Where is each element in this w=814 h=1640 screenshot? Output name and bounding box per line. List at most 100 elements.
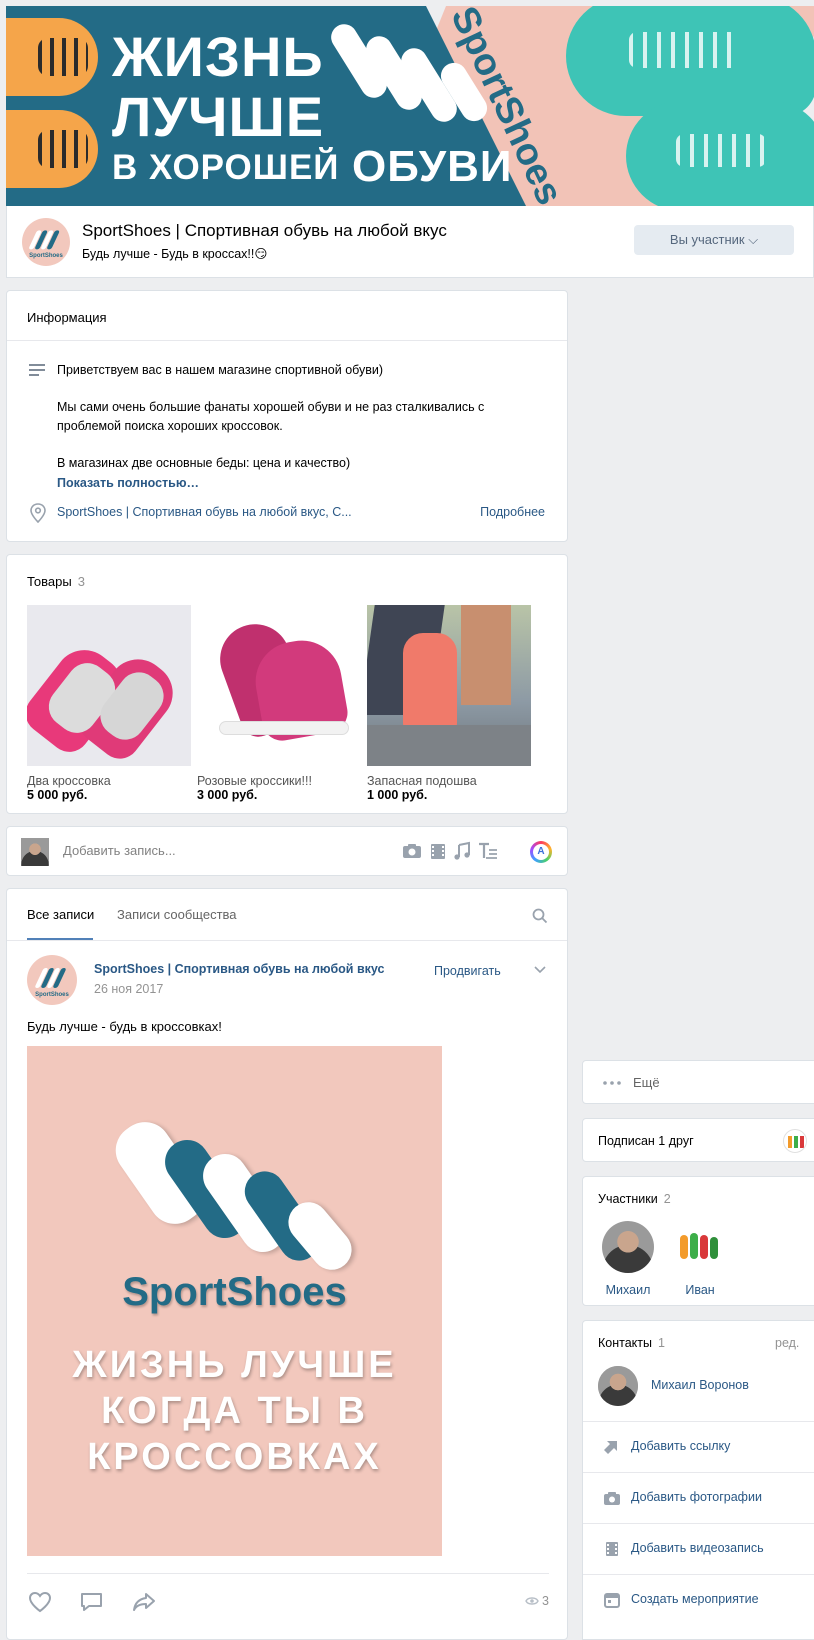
- contacts-block: Контакты 1 ред. Михаил Воронов Добавить с…: [582, 1320, 814, 1640]
- contacts-title[interactable]: Контакты 1: [598, 1336, 665, 1350]
- product-image[interactable]: [367, 605, 531, 766]
- contacts-title-label: Контакты: [598, 1336, 652, 1350]
- wall-card: Все записи Записи сообщества SportShoes …: [6, 888, 568, 1640]
- video-icon: [606, 1542, 618, 1556]
- post-image-slogan: КОГДА ТЫ В: [101, 1390, 368, 1432]
- goods-title[interactable]: Товары 3: [27, 574, 85, 589]
- tab-community-posts[interactable]: Записи сообщества: [117, 907, 237, 922]
- post-image-brand: SportShoes: [122, 1270, 347, 1314]
- views-count: 3: [542, 1594, 549, 1608]
- cover-slogan-line: ЖИЗНЬ: [112, 25, 324, 88]
- product-price: 3 000 руб.: [197, 788, 258, 802]
- members-title[interactable]: Участники 2: [598, 1192, 671, 1206]
- post-date[interactable]: 26 ноя 2017: [94, 982, 163, 996]
- member-avatar[interactable]: [602, 1221, 654, 1273]
- share-icon[interactable]: [131, 1590, 157, 1614]
- community-avatar[interactable]: SportShoes: [22, 218, 70, 266]
- camera-icon[interactable]: [401, 841, 423, 861]
- views-counter: 3: [525, 1594, 549, 1608]
- goods-title-label: Товары: [27, 574, 72, 589]
- add-video-action[interactable]: Добавить видеозапись: [583, 1523, 814, 1574]
- product-name[interactable]: Запасная подошва: [367, 774, 531, 788]
- show-more-link[interactable]: Показать полностью…: [57, 476, 199, 490]
- new-post-input[interactable]: Добавить запись...: [63, 843, 176, 858]
- more-menu[interactable]: Ещё: [582, 1060, 814, 1104]
- avatar-brand-text: SportShoes: [29, 253, 63, 260]
- orange-sneaker-image: [6, 18, 98, 96]
- post-author[interactable]: SportShoes | Спортивная обувь на любой в…: [94, 962, 385, 976]
- members-count: 2: [663, 1192, 671, 1206]
- teal-sneaker-image: [566, 6, 814, 116]
- post-composer: Добавить запись... A: [6, 826, 568, 876]
- video-icon[interactable]: [427, 841, 449, 861]
- add-video-label: Добавить видеозапись: [631, 1541, 764, 1555]
- product-image[interactable]: [197, 605, 361, 766]
- goods-card: Товары 3 Два кроссовка 5 000 руб. Розовые…: [6, 554, 568, 814]
- logo-stripes-icon: [33, 967, 67, 988]
- details-link[interactable]: Подробнее: [480, 505, 545, 519]
- member-item[interactable]: Михаил: [593, 1221, 663, 1297]
- subscribed-friends[interactable]: Подписан 1 друг: [582, 1118, 814, 1162]
- community-status: Будь лучше - Будь в кроссах!!😏: [82, 247, 268, 261]
- community-header: SportShoes SportShoes | Спортивная обувь…: [6, 206, 814, 278]
- vk-apps-icon[interactable]: A: [530, 841, 552, 863]
- create-event-action[interactable]: Создать мероприятие: [583, 1574, 814, 1625]
- product-name[interactable]: Розовые кроссики!!!: [197, 774, 361, 788]
- add-photos-label: Добавить фотографии: [631, 1490, 762, 1504]
- info-paragraph: Мы сами очень большие фанаты хорошей обу…: [57, 400, 485, 433]
- info-description: Приветствуем вас в нашем магазине спорти…: [57, 361, 547, 473]
- comment-icon[interactable]: [79, 1590, 105, 1614]
- create-event-label: Создать мероприятие: [631, 1592, 759, 1606]
- goods-count: 3: [77, 574, 85, 589]
- vk-apps-letter: A: [533, 844, 549, 860]
- post-image-slogan: КРОССОВКАХ: [87, 1436, 382, 1478]
- active-tab-indicator: [27, 938, 93, 940]
- calendar-icon: [604, 1593, 620, 1608]
- info-card: Информация Приветствуем вас в нашем мага…: [6, 290, 568, 542]
- membership-button[interactable]: Вы участник ⌵: [634, 225, 794, 255]
- friend-avatar[interactable]: [783, 1129, 807, 1153]
- edit-contacts-link[interactable]: ред.: [775, 1336, 799, 1350]
- contact-name[interactable]: Михаил Воронов: [651, 1378, 749, 1392]
- location-pin-icon: [30, 503, 46, 523]
- like-icon[interactable]: [27, 1590, 53, 1614]
- post-author-avatar[interactable]: SportShoes: [27, 955, 77, 1005]
- info-card-title: Информация: [7, 291, 567, 341]
- tab-all-posts[interactable]: Все записи: [27, 907, 94, 922]
- camera-icon: [604, 1492, 620, 1505]
- member-name[interactable]: Михаил: [593, 1283, 663, 1297]
- post-text: Будь лучше - будь в кроссовках!: [27, 1019, 222, 1034]
- user-avatar[interactable]: [21, 838, 49, 866]
- info-paragraph: В магазинах две основные беды: цена и ка…: [57, 456, 351, 470]
- music-icon[interactable]: [451, 841, 473, 861]
- product-card[interactable]: Розовые кроссики!!! 3 000 руб.: [197, 605, 361, 802]
- community-cover: ЖИЗНЬ ЛУЧШЕ В ХОРОШЕЙ ОБУВИ SportShoes: [6, 6, 814, 206]
- more-dots-icon: [603, 1081, 621, 1085]
- orange-sneaker-image: [6, 110, 98, 188]
- members-block: Участники 2 Михаил Иван: [582, 1176, 814, 1306]
- add-link-action[interactable]: Добавить ссылку: [583, 1421, 814, 1472]
- promote-button[interactable]: Продвигать: [434, 964, 501, 978]
- article-icon[interactable]: [477, 841, 499, 861]
- more-label: Ещё: [633, 1075, 660, 1090]
- member-name[interactable]: Иван: [665, 1283, 735, 1297]
- product-card[interactable]: Два кроссовка 5 000 руб.: [27, 605, 191, 802]
- address-link[interactable]: SportShoes | Спортивная обувь на любой в…: [57, 505, 352, 519]
- search-icon[interactable]: [532, 908, 548, 924]
- add-photos-action[interactable]: Добавить фотографии: [583, 1472, 814, 1523]
- product-card[interactable]: Запасная подошва 1 000 руб.: [367, 605, 531, 802]
- contact-avatar[interactable]: [598, 1366, 638, 1406]
- teal-sneaker-image: [626, 101, 814, 206]
- product-name[interactable]: Два кроссовка: [27, 774, 191, 788]
- member-avatar[interactable]: [674, 1221, 726, 1273]
- post-image-slogan: ЖИЗНЬ ЛУЧШЕ: [72, 1344, 397, 1386]
- chevron-down-icon[interactable]: [534, 966, 546, 974]
- members-title-label: Участники: [598, 1192, 658, 1206]
- avatar-brand-text: SportShoes: [35, 992, 69, 998]
- cover-slogan-line: В ХОРОШЕЙ: [112, 148, 340, 187]
- member-item[interactable]: Иван: [665, 1221, 735, 1297]
- product-image[interactable]: [27, 605, 191, 766]
- add-link-label: Добавить ссылку: [631, 1439, 731, 1453]
- post-image[interactable]: SportShoes ЖИЗНЬ ЛУЧШЕ КОГДА ТЫ В КРОССО…: [27, 1046, 442, 1556]
- cover-slogan-line: ЛУЧШЕ: [112, 85, 325, 148]
